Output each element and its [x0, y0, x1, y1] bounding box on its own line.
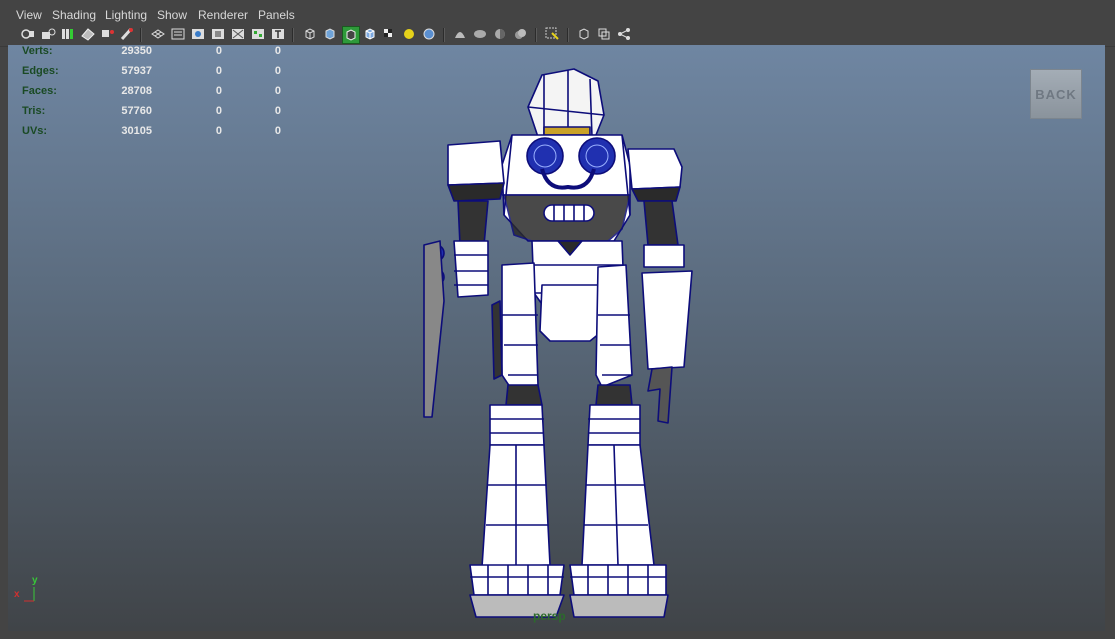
- menu-lighting[interactable]: Lighting: [105, 8, 147, 22]
- gate-mask-icon[interactable]: [190, 26, 206, 42]
- xray-joints-icon[interactable]: [616, 26, 632, 42]
- safe-action-icon[interactable]: [230, 26, 246, 42]
- grid-icon[interactable]: [150, 26, 166, 42]
- wireframe-on-shaded-icon[interactable]: [342, 26, 360, 44]
- flat-shade-icon[interactable]: [362, 26, 378, 42]
- axis-x-label: x: [14, 589, 20, 600]
- camera-name-label: persp: [533, 609, 566, 623]
- axis-y-label: y: [32, 575, 38, 586]
- time-slider-strip[interactable]: [0, 631, 1115, 639]
- menu-shading[interactable]: Shading: [52, 8, 96, 22]
- menu-show[interactable]: Show: [157, 8, 187, 22]
- ambient-occlusion-icon[interactable]: [452, 26, 468, 42]
- menu-renderer[interactable]: Renderer: [198, 8, 248, 22]
- bookmark-icon[interactable]: [80, 26, 96, 42]
- safe-title-icon[interactable]: [250, 26, 266, 42]
- smooth-shade-icon[interactable]: [322, 26, 338, 42]
- textured-icon[interactable]: [381, 26, 397, 42]
- xray-active-icon[interactable]: [596, 26, 612, 42]
- camera-attributes-icon[interactable]: [60, 26, 76, 42]
- lock-camera-icon[interactable]: [40, 26, 56, 42]
- viewport-persp[interactable]: Verts: 29350 0 0 Edges: 57937 0 0 Faces:…: [8, 45, 1105, 631]
- film-gate-icon[interactable]: [119, 26, 135, 42]
- panel-toolbar: [0, 24, 1115, 47]
- view-axis-indicator: y x: [14, 575, 44, 605]
- shadows-icon[interactable]: [421, 26, 437, 42]
- menu-panels[interactable]: Panels: [258, 8, 295, 22]
- xray-icon[interactable]: [576, 26, 592, 42]
- menu-bar: View Shading Lighting Show Renderer Pane…: [0, 0, 1115, 26]
- image-plane-icon[interactable]: [100, 26, 116, 42]
- select-camera-icon[interactable]: [20, 26, 36, 42]
- resolution-gate-icon[interactable]: [170, 26, 186, 42]
- text-gate-icon[interactable]: [270, 26, 286, 42]
- wireframe-icon[interactable]: [302, 26, 318, 42]
- multisample-icon[interactable]: [492, 26, 508, 42]
- field-chart-icon[interactable]: [210, 26, 226, 42]
- depth-of-field-icon[interactable]: [512, 26, 528, 42]
- motion-blur-icon[interactable]: [472, 26, 488, 42]
- use-all-lights-icon[interactable]: [401, 26, 417, 42]
- isolate-select-icon[interactable]: [544, 26, 560, 42]
- robot-model[interactable]: [8, 45, 1105, 631]
- menu-view[interactable]: View: [16, 8, 42, 22]
